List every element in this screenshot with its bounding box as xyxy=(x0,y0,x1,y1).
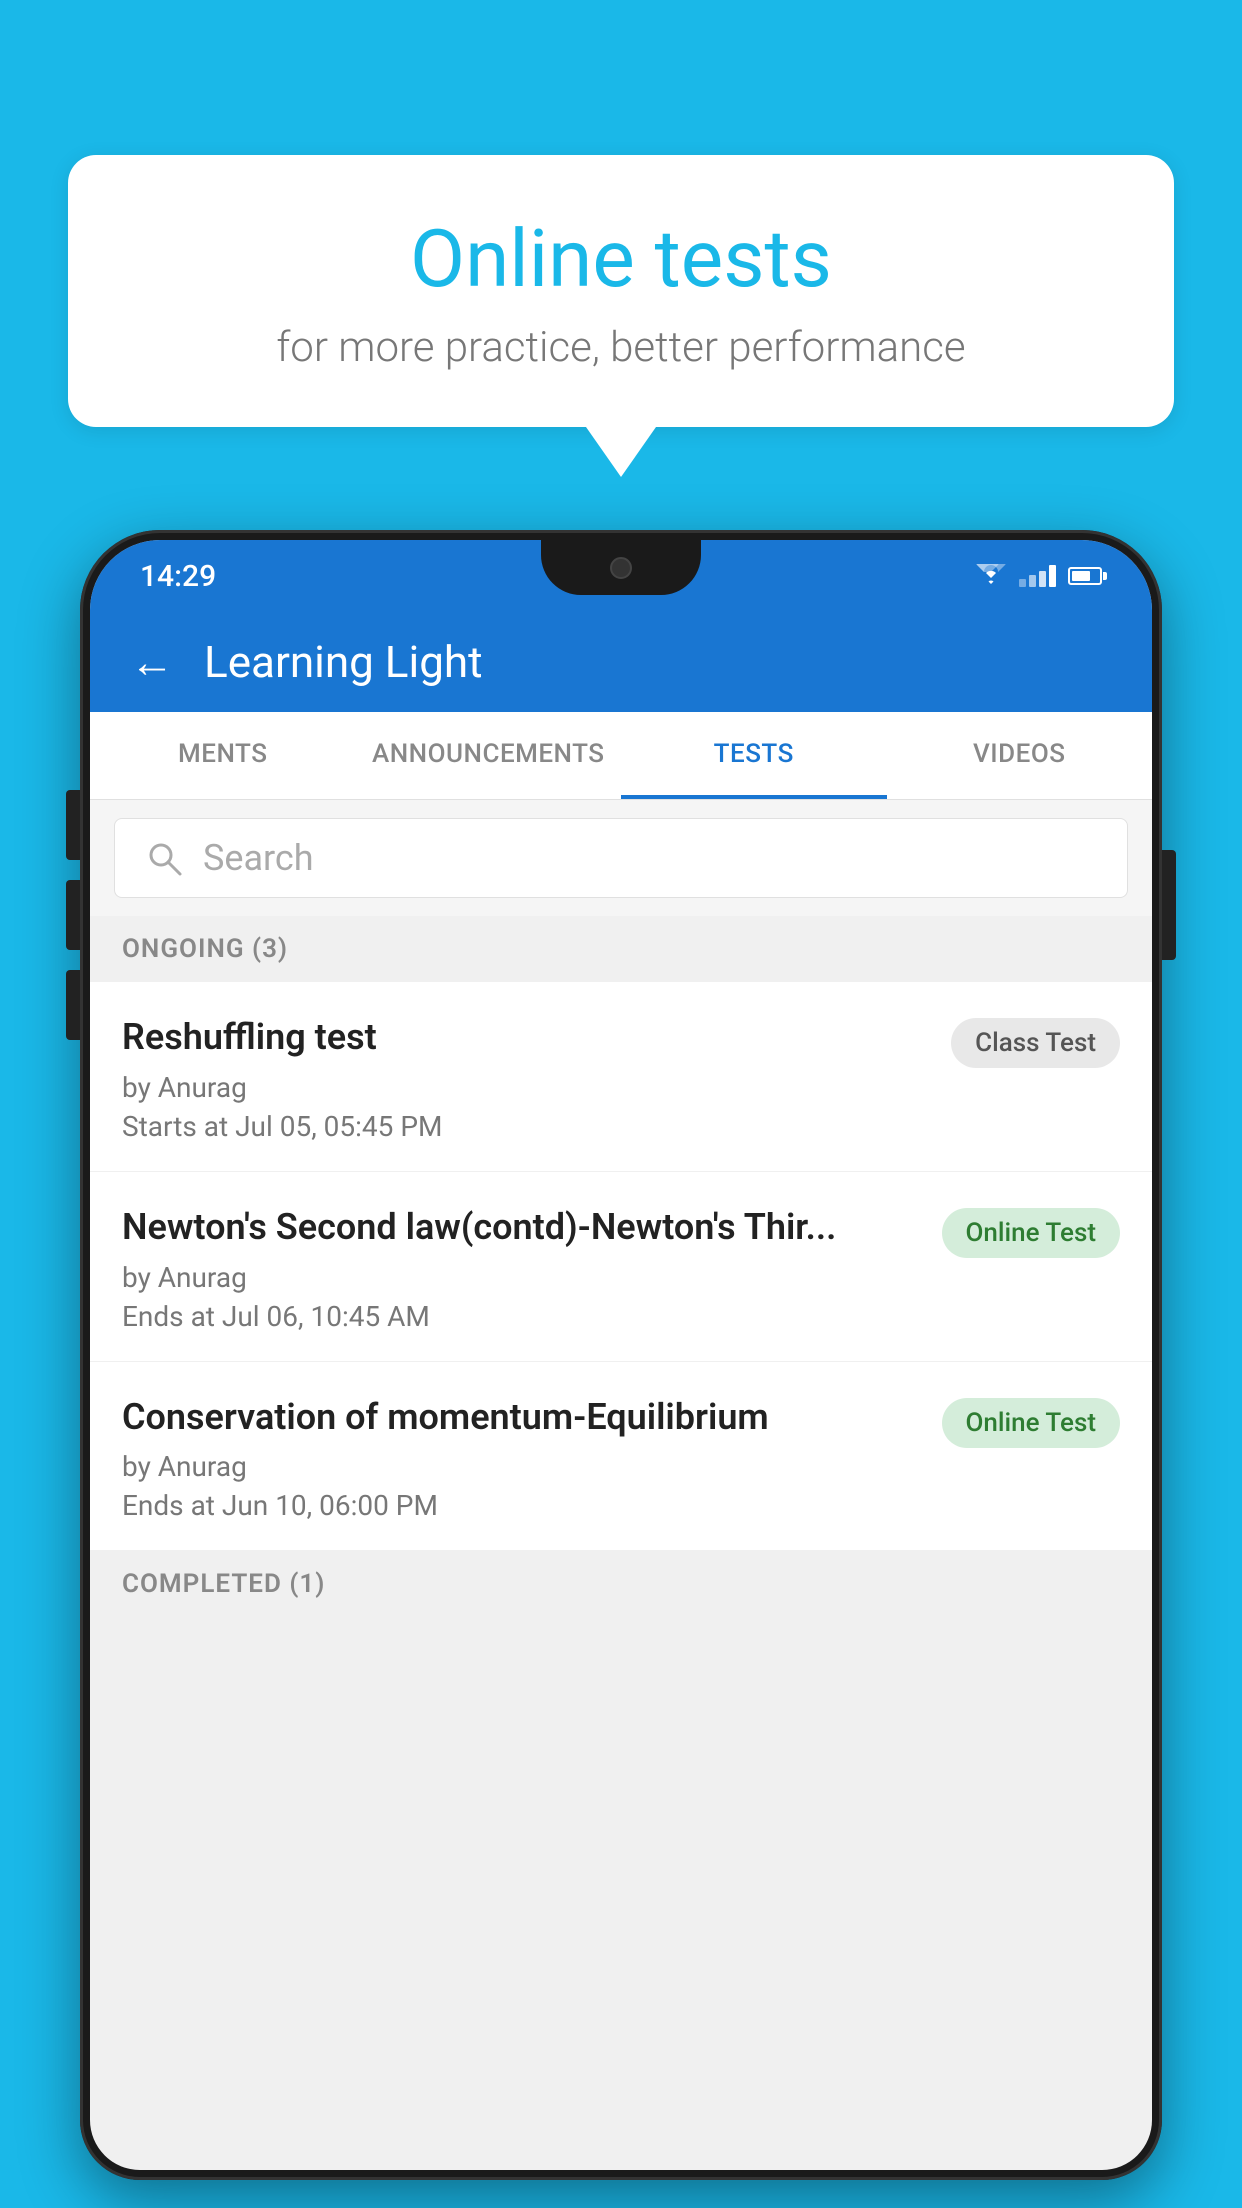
test-list: Reshuffling test by Anurag Starts at Jul… xyxy=(90,982,1152,1551)
signal-icon xyxy=(1019,565,1056,587)
back-button[interactable]: ← xyxy=(130,636,174,688)
test-info-3: Conservation of momentum-Equilibrium by … xyxy=(122,1394,922,1523)
status-time: 14:29 xyxy=(140,559,216,594)
test-title-1: Reshuffling test xyxy=(122,1014,931,1061)
test-badge-3: Online Test xyxy=(942,1398,1121,1448)
tab-tests[interactable]: TESTS xyxy=(621,712,887,799)
test-date-2: Ends at Jul 06, 10:45 AM xyxy=(122,1300,922,1333)
test-author-2: by Anurag xyxy=(122,1261,922,1294)
test-title-2: Newton's Second law(contd)-Newton's Thir… xyxy=(122,1204,922,1251)
tab-announcements[interactable]: ANNOUNCEMENTS xyxy=(356,712,622,799)
app-bar: ← Learning Light xyxy=(90,612,1152,712)
battery-icon xyxy=(1068,567,1102,585)
search-icon xyxy=(145,839,183,877)
search-container: Search xyxy=(90,800,1152,916)
speech-bubble-title: Online tests xyxy=(148,215,1094,303)
test-item[interactable]: Newton's Second law(contd)-Newton's Thir… xyxy=(90,1172,1152,1362)
search-placeholder: Search xyxy=(203,837,314,879)
notch xyxy=(541,540,701,595)
app-bar-title: Learning Light xyxy=(204,636,483,688)
battery-fill xyxy=(1072,571,1090,581)
test-date-1: Starts at Jul 05, 05:45 PM xyxy=(122,1110,931,1143)
ongoing-section-header: ONGOING (3) xyxy=(90,916,1152,982)
test-author-3: by Anurag xyxy=(122,1450,922,1483)
test-author-1: by Anurag xyxy=(122,1071,931,1104)
speech-bubble-container: Online tests for more practice, better p… xyxy=(68,155,1174,477)
speech-bubble-arrow xyxy=(586,427,656,477)
phone-screen: 14:29 xyxy=(90,540,1152,2170)
phone-container: 14:29 xyxy=(80,530,1162,2208)
status-bar: 14:29 xyxy=(90,540,1152,612)
search-input[interactable]: Search xyxy=(114,818,1128,898)
tab-videos[interactable]: VIDEOS xyxy=(887,712,1153,799)
test-item[interactable]: Reshuffling test by Anurag Starts at Jul… xyxy=(90,982,1152,1172)
status-icons xyxy=(975,564,1102,588)
speech-bubble: Online tests for more practice, better p… xyxy=(68,155,1174,427)
tab-bar: MENTS ANNOUNCEMENTS TESTS VIDEOS xyxy=(90,712,1152,800)
test-title-3: Conservation of momentum-Equilibrium xyxy=(122,1394,922,1441)
test-info-2: Newton's Second law(contd)-Newton's Thir… xyxy=(122,1204,922,1333)
test-badge-2: Online Test xyxy=(942,1208,1121,1258)
phone-outer: 14:29 xyxy=(80,530,1162,2180)
completed-section-header: COMPLETED (1) xyxy=(90,1551,1152,1617)
test-date-3: Ends at Jun 10, 06:00 PM xyxy=(122,1489,922,1522)
speech-bubble-subtitle: for more practice, better performance xyxy=(148,323,1094,372)
test-info-1: Reshuffling test by Anurag Starts at Jul… xyxy=(122,1014,931,1143)
wifi-icon xyxy=(975,564,1007,588)
test-item[interactable]: Conservation of momentum-Equilibrium by … xyxy=(90,1362,1152,1552)
tab-assignments[interactable]: MENTS xyxy=(90,712,356,799)
test-badge-1: Class Test xyxy=(951,1018,1120,1068)
camera-dot xyxy=(610,557,632,579)
